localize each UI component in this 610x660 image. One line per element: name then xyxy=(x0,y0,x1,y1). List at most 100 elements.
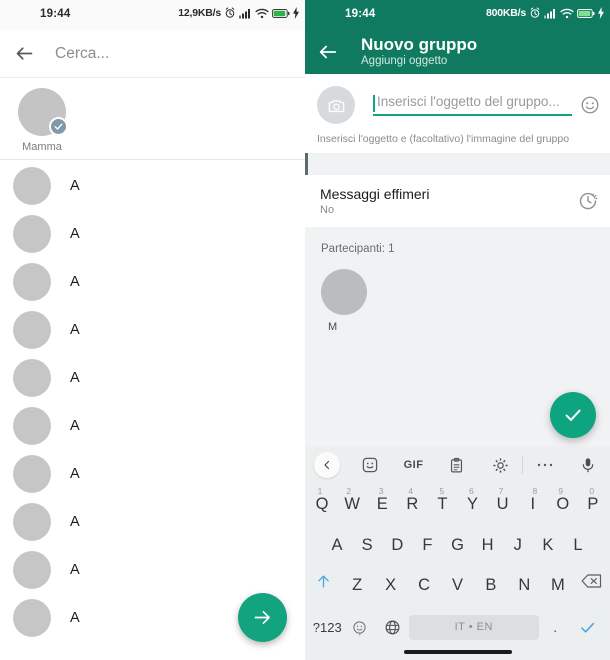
group-subject-input[interactable]: Inserisci l'oggetto del gruppo... xyxy=(373,94,572,109)
contact-name: A xyxy=(70,418,80,434)
key-o[interactable]: 9O xyxy=(548,486,578,514)
key-a[interactable]: A xyxy=(322,527,352,555)
key-label: U xyxy=(496,495,509,513)
key-r[interactable]: 4R xyxy=(397,486,427,514)
key-num: 5 xyxy=(439,486,445,496)
key-y[interactable]: 6Y xyxy=(458,486,488,514)
key-label: R xyxy=(406,495,419,513)
section-gap xyxy=(305,153,610,175)
contact-name: A xyxy=(70,226,80,242)
key-x[interactable]: X xyxy=(374,567,407,595)
selected-contacts-chips: Mamma xyxy=(0,78,305,162)
globe-icon xyxy=(385,620,400,634)
language-key[interactable] xyxy=(376,619,409,636)
key-q[interactable]: 1Q xyxy=(307,486,337,514)
backspace-key[interactable] xyxy=(575,567,608,589)
search-input[interactable]: Cerca... xyxy=(55,45,109,63)
emoji-smile-icon[interactable] xyxy=(580,95,600,115)
search-bar[interactable]: Cerca... xyxy=(0,30,305,78)
key-u[interactable]: 7U xyxy=(488,486,518,514)
avatar xyxy=(13,599,51,637)
participant-item[interactable]: M xyxy=(321,269,377,333)
keyboard-row-1: 1Q 2W 3E 4R 5T 6Y 7U 8I 9O 0P xyxy=(305,483,610,525)
key-label: W xyxy=(344,495,360,513)
key-num: 8 xyxy=(532,486,538,496)
key-w[interactable]: 2W xyxy=(337,486,367,514)
selected-chip-mamma[interactable]: Mamma xyxy=(10,88,74,153)
shift-key[interactable] xyxy=(307,567,340,590)
more-options-button[interactable] xyxy=(523,447,566,483)
list-item[interactable]: A xyxy=(0,546,305,594)
on-screen-keyboard: GIF 1Q 2W 3E 4R 5 T 6 Y 7 U 8 I 9 O 0 P … xyxy=(305,447,610,660)
ephemeral-messages-row[interactable]: Messaggi effimeri No xyxy=(305,175,610,227)
clipboard-button[interactable] xyxy=(435,447,478,483)
key-e[interactable]: 3E xyxy=(367,486,397,514)
list-item[interactable]: A xyxy=(0,354,305,402)
key-s[interactable]: S xyxy=(352,527,382,555)
shift-up-arrow-icon xyxy=(318,575,330,588)
gear-icon xyxy=(493,457,508,473)
key-z[interactable]: Z xyxy=(340,567,373,595)
signal-icon xyxy=(544,8,555,18)
emoji-comma-key[interactable]: , xyxy=(344,620,377,637)
period-key[interactable]: . xyxy=(539,620,572,635)
key-label: Q xyxy=(315,495,329,513)
symbols-key[interactable]: ?123 xyxy=(311,620,344,635)
page-title: Nuovo gruppo xyxy=(361,35,478,54)
key-k[interactable]: K xyxy=(533,527,563,555)
key-num: 7 xyxy=(498,486,504,496)
avatar xyxy=(13,455,51,493)
signal-icon xyxy=(239,8,250,18)
key-v[interactable]: V xyxy=(441,567,474,595)
keyboard-settings-button[interactable] xyxy=(479,447,522,483)
back-arrow-icon[interactable] xyxy=(14,43,35,64)
create-group-fab-button[interactable] xyxy=(550,392,596,438)
contact-name: A xyxy=(70,562,80,578)
key-label: E xyxy=(376,495,388,513)
list-item[interactable]: A xyxy=(0,498,305,546)
key-h[interactable]: H xyxy=(473,527,503,555)
contact-name: A xyxy=(70,274,80,290)
key-g[interactable]: G xyxy=(442,527,472,555)
key-m[interactable]: M xyxy=(541,567,574,595)
back-arrow-icon[interactable] xyxy=(317,41,339,63)
group-photo-button[interactable] xyxy=(317,86,355,124)
key-d[interactable]: D xyxy=(382,527,412,555)
keyboard-back-button[interactable] xyxy=(305,447,348,483)
list-item[interactable]: A xyxy=(0,306,305,354)
key-b[interactable]: B xyxy=(474,567,507,595)
subject-input-wrap[interactable]: Inserisci l'oggetto del gruppo... xyxy=(373,94,572,116)
key-i[interactable]: 8I xyxy=(518,486,548,514)
participants-section: Partecipanti: 1 M xyxy=(305,227,610,333)
gif-button[interactable]: GIF xyxy=(392,447,435,483)
contact-name: A xyxy=(70,370,80,386)
key-p[interactable]: 0P xyxy=(578,486,608,514)
keyboard-toolbar: GIF xyxy=(305,447,610,483)
sticker-button[interactable] xyxy=(348,447,391,483)
avatar xyxy=(13,311,51,349)
list-item[interactable]: A xyxy=(0,258,305,306)
keyboard-row-4: ?123 , IT • EN . xyxy=(305,605,610,645)
text-caret xyxy=(373,95,375,112)
contact-name: A xyxy=(70,322,80,338)
key-f[interactable]: F xyxy=(412,527,442,555)
next-fab-button[interactable] xyxy=(238,593,287,642)
key-n[interactable]: N xyxy=(508,567,541,595)
avatar xyxy=(13,407,51,445)
voice-input-button[interactable] xyxy=(567,447,610,483)
space-key[interactable]: IT • EN xyxy=(408,614,539,640)
list-item[interactable]: A xyxy=(0,402,305,450)
list-item[interactable]: A xyxy=(0,210,305,258)
status-time: 19:44 xyxy=(40,8,71,20)
key-c[interactable]: C xyxy=(407,567,440,595)
avatar xyxy=(13,503,51,541)
charging-bolt-icon xyxy=(293,7,299,19)
enter-key[interactable] xyxy=(571,618,604,637)
key-t[interactable]: 5T xyxy=(427,486,457,514)
list-item[interactable]: A xyxy=(0,162,305,210)
key-l[interactable]: L xyxy=(563,527,593,555)
list-item[interactable]: A xyxy=(0,450,305,498)
microphone-icon xyxy=(582,458,594,473)
status-icons-group: 12,9KB/s xyxy=(178,7,299,19)
key-j[interactable]: J xyxy=(503,527,533,555)
